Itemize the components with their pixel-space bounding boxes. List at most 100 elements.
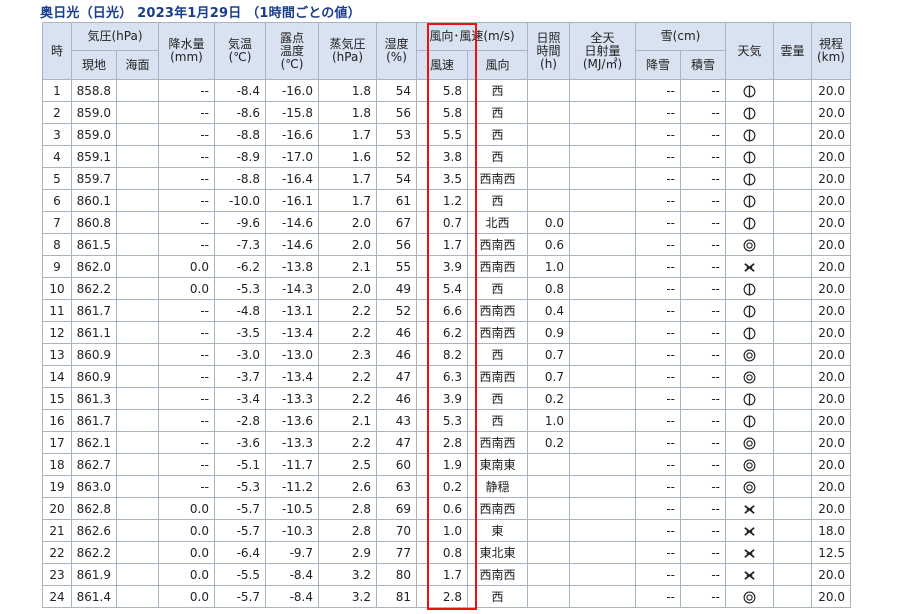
visibility-cell: 20.0 (811, 343, 851, 366)
radiation-cell (569, 277, 636, 300)
wind-speed-cell: 1.0 (416, 519, 468, 542)
header-cloud: 雲量 (773, 22, 812, 80)
table-row: 24 861.4 0.0 -5.7 -8.4 3.2 81 2.8 西 -- -- 20.0 (42, 585, 851, 608)
dewpoint-cell: -13.4 (265, 321, 319, 344)
snow-depth-cell: -- (680, 299, 726, 322)
snow-icon (744, 262, 755, 272)
radiation-cell (569, 519, 636, 542)
visibility-cell: 20.0 (811, 299, 851, 322)
radiation-cell (569, 365, 636, 388)
hour-cell: 5 (42, 167, 72, 190)
precip-cell: -- (158, 233, 215, 256)
vapor-cell: 2.8 (318, 497, 377, 520)
radiation-cell (569, 145, 636, 168)
table-row: 22 862.2 0.0 -6.4 -9.7 2.9 77 0.8 東北東 -- -- 12.5 (42, 541, 851, 564)
vapor-cell: 2.0 (318, 233, 377, 256)
table-row: 15 861.3 -- -3.4 -13.3 2.2 46 3.9 西 0.2 -- -- 20.0 (42, 387, 851, 410)
header-snowfall: 降雪 (635, 50, 681, 80)
header-humidity: 湿度 (%) (376, 22, 417, 80)
table-row: 11 861.7 -- -4.8 -13.1 2.2 52 6.6 西南西 0.4 -- -- 20.0 (42, 299, 851, 322)
fair-icon (743, 591, 756, 603)
fair-icon (743, 481, 756, 493)
wind-direction-cell: 西南西 (467, 167, 528, 190)
table-row: 3 859.0 -- -8.8 -16.6 1.7 53 5.5 西 -- -- 20.0 (42, 123, 851, 146)
hour-cell: 4 (42, 145, 72, 168)
visibility-cell: 20.0 (811, 255, 851, 278)
snowfall-cell: -- (635, 277, 681, 300)
fair-icon (743, 349, 756, 361)
snowfall-cell: -- (635, 255, 681, 278)
hour-cell: 24 (42, 585, 72, 608)
weather-table: 時 気圧(hPa) 降水量 (mm) 気温 (℃) 露点 温度 (℃) 蒸気圧 (hPa)… (42, 22, 851, 608)
pressure-local-cell: 859.0 (71, 101, 117, 124)
wind-speed-cell: 6.3 (416, 365, 468, 388)
precip-cell: -- (158, 299, 215, 322)
humidity-cell: 56 (376, 101, 417, 124)
snow-depth-cell: -- (680, 431, 726, 454)
cloud-cell (773, 409, 812, 432)
dewpoint-cell: -13.0 (265, 343, 319, 366)
header-wind-direction: 風向 (467, 50, 528, 80)
header-temp: 気温 (℃) (214, 22, 266, 80)
temp-cell: -3.4 (214, 387, 266, 410)
cloud-cell (773, 365, 812, 388)
cloudy-icon (743, 151, 756, 163)
vapor-cell: 2.2 (318, 387, 377, 410)
sunshine-cell (527, 563, 570, 586)
cloudy-icon (743, 107, 756, 119)
radiation-cell (569, 585, 636, 608)
wind-direction-cell: 西南西 (467, 365, 528, 388)
wind-speed-cell: 2.8 (416, 431, 468, 454)
humidity-cell: 77 (376, 541, 417, 564)
snowfall-cell: -- (635, 497, 681, 520)
precip-cell: 0.0 (158, 563, 215, 586)
wind-speed-cell: 3.9 (416, 255, 468, 278)
radiation-cell (569, 189, 636, 212)
humidity-cell: 49 (376, 277, 417, 300)
table-row: 14 860.9 -- -3.7 -13.4 2.2 47 6.3 西南西 0.7 -- -- 20.0 (42, 365, 851, 388)
precip-cell: -- (158, 167, 215, 190)
pressure-sea-cell (116, 233, 159, 256)
pressure-sea-cell (116, 387, 159, 410)
radiation-cell (569, 321, 636, 344)
pressure-local-cell: 862.7 (71, 453, 117, 476)
weather-cell (725, 585, 774, 608)
precip-cell: -- (158, 101, 215, 124)
sunshine-cell: 1.0 (527, 255, 570, 278)
wind-direction-cell: 西 (467, 409, 528, 432)
snowfall-cell: -- (635, 343, 681, 366)
vapor-cell: 2.2 (318, 365, 377, 388)
precip-cell: -- (158, 431, 215, 454)
snow-depth-cell: -- (680, 123, 726, 146)
humidity-cell: 67 (376, 211, 417, 234)
vapor-cell: 2.2 (318, 321, 377, 344)
visibility-cell: 20.0 (811, 585, 851, 608)
weather-cell (725, 123, 774, 146)
dewpoint-cell: -14.3 (265, 277, 319, 300)
cloudy-icon (743, 217, 756, 229)
snowfall-cell: -- (635, 101, 681, 124)
wind-direction-cell: 北西 (467, 211, 528, 234)
wind-direction-cell: 西 (467, 145, 528, 168)
dewpoint-cell: -9.7 (265, 541, 319, 564)
hour-cell: 6 (42, 189, 72, 212)
weather-cell (725, 497, 774, 520)
visibility-cell: 20.0 (811, 211, 851, 234)
wind-direction-cell: 西南西 (467, 497, 528, 520)
wind-direction-cell: 西 (467, 123, 528, 146)
pressure-sea-cell (116, 299, 159, 322)
sunshine-cell: 0.6 (527, 233, 570, 256)
wind-speed-cell: 5.3 (416, 409, 468, 432)
visibility-cell: 20.0 (811, 189, 851, 212)
humidity-cell: 81 (376, 585, 417, 608)
snowfall-cell: -- (635, 299, 681, 322)
dewpoint-cell: -13.8 (265, 255, 319, 278)
vapor-cell: 1.8 (318, 101, 377, 124)
hour-cell: 3 (42, 123, 72, 146)
radiation-cell (569, 255, 636, 278)
humidity-cell: 52 (376, 299, 417, 322)
cloudy-icon (743, 173, 756, 185)
header-pressure: 気圧(hPa) (71, 22, 159, 51)
snow-depth-cell: -- (680, 541, 726, 564)
table-row: 19 863.0 -- -5.3 -11.2 2.6 63 0.2 静穏 -- -- 20.0 (42, 475, 851, 498)
